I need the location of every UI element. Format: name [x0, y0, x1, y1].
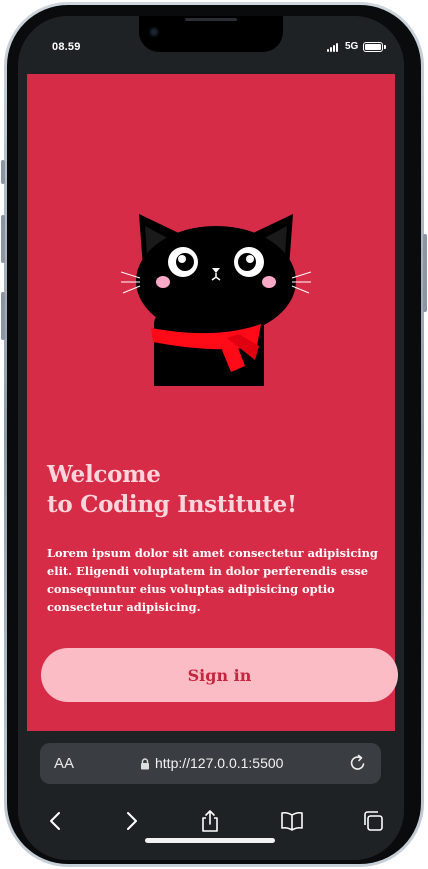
signal-bars-icon — [327, 43, 341, 52]
url-text[interactable]: http://127.0.0.1:5500 — [155, 755, 283, 771]
text-size-button[interactable]: AA — [54, 755, 74, 772]
volume-down-button — [1, 292, 5, 340]
welcome-screen: Welcome to Coding Institute! Lorem ipsum… — [27, 74, 398, 731]
back-icon[interactable] — [44, 809, 68, 833]
battery-icon — [363, 42, 386, 52]
welcome-heading-line1: Welcome — [47, 461, 161, 488]
phone-screen: 08.59 5G Welcome to Coding Institute! Lo… — [18, 16, 404, 860]
bookmarks-icon[interactable] — [280, 809, 304, 833]
welcome-heading-line2: to Coding Institute! — [47, 491, 297, 518]
address-bar[interactable]: AA http://127.0.0.1:5500 — [40, 743, 381, 784]
share-icon[interactable] — [198, 809, 222, 833]
sign-in-button[interactable]: Sign in — [41, 648, 398, 702]
camera-icon — [149, 27, 159, 37]
forward-icon[interactable] — [119, 809, 143, 833]
lock-icon — [141, 758, 149, 770]
network-type: 5G — [345, 41, 359, 52]
home-indicator — [145, 838, 275, 843]
tabs-icon[interactable] — [361, 809, 385, 833]
notch — [139, 16, 283, 52]
cat-illustration — [121, 214, 311, 386]
volume-up-button — [1, 215, 5, 263]
power-button — [423, 234, 427, 312]
speaker — [185, 18, 237, 21]
status-bar: 08.59 5G — [18, 16, 404, 74]
status-time: 08.59 — [52, 41, 81, 53]
silent-switch — [1, 160, 5, 184]
welcome-heading: Welcome to Coding Institute! — [47, 460, 297, 520]
welcome-description: Lorem ipsum dolor sit amet consectetur a… — [47, 546, 378, 614]
reload-icon[interactable] — [348, 753, 368, 773]
